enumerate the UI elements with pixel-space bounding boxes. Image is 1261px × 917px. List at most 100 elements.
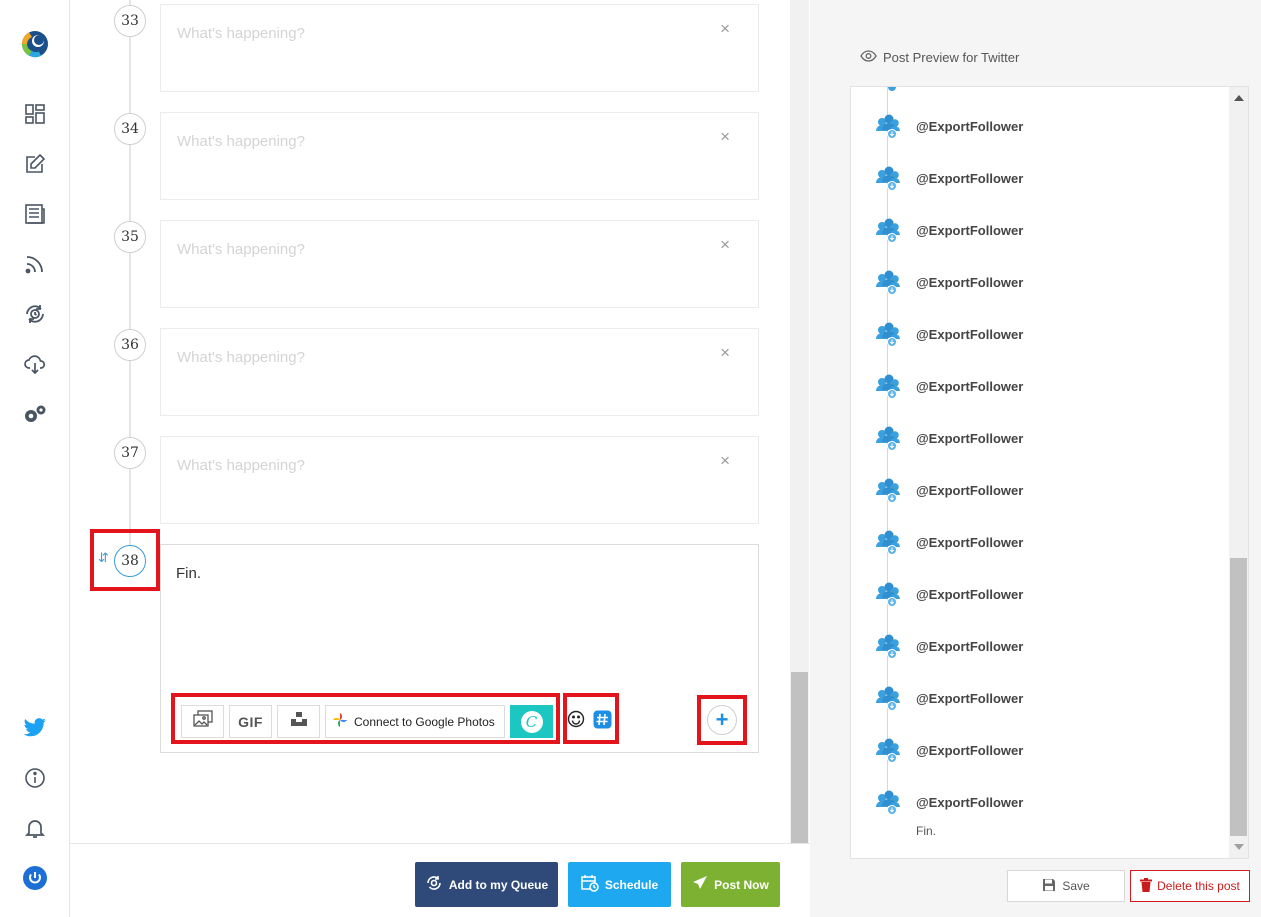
preview-handle: @ExportFollower xyxy=(916,223,1023,238)
avatar xyxy=(873,215,903,245)
avatar xyxy=(873,163,903,193)
schedule-button[interactable]: Schedule xyxy=(568,862,671,907)
highlight-box xyxy=(697,695,747,745)
bell-icon[interactable] xyxy=(22,815,48,841)
tweet-card[interactable]: What's happening? × xyxy=(160,4,759,92)
step-number: 33 xyxy=(114,5,146,37)
preview-item: @ExportFollower xyxy=(873,735,1023,765)
editor-scrollbar[interactable] xyxy=(790,0,809,843)
tweet-card[interactable]: What's happening? × xyxy=(160,220,759,308)
editor-scrollbar-thumb[interactable] xyxy=(791,672,808,843)
highlight-box xyxy=(90,529,160,591)
post-now-label: Post Now xyxy=(714,878,769,892)
recycle-clock-icon[interactable] xyxy=(22,301,48,327)
power-icon[interactable] xyxy=(22,865,48,891)
add-to-queue-label: Add to my Queue xyxy=(449,878,548,892)
preview-handle: @ExportFollower xyxy=(916,743,1023,758)
avatar xyxy=(873,787,903,817)
step-number: 37 xyxy=(114,437,146,469)
avatar xyxy=(873,735,903,765)
tweet-card[interactable]: What's happening? × xyxy=(160,328,759,416)
thread-editor: 33 What's happening? × 34 What's happeni… xyxy=(70,0,790,843)
close-icon[interactable]: × xyxy=(720,19,730,39)
preview-handle: @ExportFollower xyxy=(916,535,1023,550)
compose-icon[interactable] xyxy=(22,151,48,177)
save-label: Save xyxy=(1062,879,1089,893)
delete-post-button[interactable]: Delete this post xyxy=(1130,870,1250,902)
preview-item: @ExportFollower xyxy=(873,475,1023,505)
settings-gears-icon[interactable] xyxy=(22,401,48,427)
info-icon[interactable] xyxy=(22,765,48,791)
preview-header: Post Preview for Twitter xyxy=(860,50,1019,65)
preview-item: @ExportFollower xyxy=(873,215,1023,245)
step-number: 35 xyxy=(114,221,146,253)
post-now-button[interactable]: Post Now xyxy=(681,862,780,907)
preview-item: @ExportFollower xyxy=(873,371,1023,401)
preview-item: @ExportFollower xyxy=(873,631,1023,661)
preview-item: @ExportFollower xyxy=(873,423,1023,453)
save-button[interactable]: Save xyxy=(1007,870,1125,902)
preview-panel: Post Preview for Twitter @ExportFollower… xyxy=(810,0,1261,917)
app-logo[interactable] xyxy=(19,28,51,60)
avatar xyxy=(873,631,903,661)
schedule-label: Schedule xyxy=(605,878,658,892)
preview-scrollbar[interactable] xyxy=(1229,87,1248,858)
close-icon[interactable]: × xyxy=(720,343,730,363)
preview-handle: @ExportFollower xyxy=(916,431,1023,446)
floppy-icon xyxy=(1042,878,1056,895)
highlight-box xyxy=(171,693,560,744)
tweet-placeholder[interactable]: What's happening? xyxy=(177,457,305,474)
timeline-line xyxy=(129,0,131,560)
preview-item: @ExportFollower xyxy=(873,527,1023,557)
dashboard-icon[interactable] xyxy=(22,101,48,127)
avatar xyxy=(888,86,896,91)
preview-title: Post Preview for Twitter xyxy=(883,50,1019,65)
avatar xyxy=(873,475,903,505)
avatar xyxy=(873,267,903,297)
preview-item: @ExportFollower xyxy=(873,319,1023,349)
tweet-card[interactable]: What's happening? × xyxy=(160,436,759,524)
add-to-queue-button[interactable]: Add to my Queue xyxy=(415,862,558,907)
send-icon xyxy=(692,875,708,894)
step-number: 34 xyxy=(114,113,146,145)
preview-item: @ExportFollower xyxy=(873,111,1023,141)
article-icon[interactable] xyxy=(22,201,48,227)
preview-item: @ExportFollower xyxy=(873,787,1023,817)
eye-icon xyxy=(860,50,877,65)
tweet-text[interactable]: Fin. xyxy=(176,565,201,582)
scroll-down-icon[interactable] xyxy=(1234,844,1244,850)
tweet-placeholder[interactable]: What's happening? xyxy=(177,349,305,366)
preview-handle: @ExportFollower xyxy=(916,587,1023,602)
close-icon[interactable]: × xyxy=(720,127,730,147)
tweet-placeholder[interactable]: What's happening? xyxy=(177,241,305,258)
scroll-up-icon[interactable] xyxy=(1234,95,1244,101)
preview-handle: @ExportFollower xyxy=(916,171,1023,186)
highlight-box xyxy=(563,693,619,744)
trash-icon xyxy=(1140,878,1152,895)
preview-handle: @ExportFollower xyxy=(916,639,1023,654)
preview-handle: @ExportFollower xyxy=(916,483,1023,498)
preview-scrollbar-thumb[interactable] xyxy=(1230,558,1247,836)
preview-item: @ExportFollower xyxy=(873,579,1023,609)
close-icon[interactable]: × xyxy=(720,451,730,471)
tweet-placeholder[interactable]: What's happening? xyxy=(177,133,305,150)
app-root: 33 What's happening? × 34 What's happeni… xyxy=(0,0,1261,917)
tweet-card[interactable]: What's happening? × xyxy=(160,112,759,200)
preview-item: @ExportFollower xyxy=(873,163,1023,193)
calendar-clock-icon xyxy=(581,874,599,895)
cloud-download-icon[interactable] xyxy=(22,351,48,377)
step-number: 36 xyxy=(114,329,146,361)
avatar xyxy=(873,111,903,141)
rss-icon[interactable] xyxy=(22,251,48,277)
delete-post-label: Delete this post xyxy=(1157,879,1240,893)
avatar xyxy=(873,423,903,453)
twitter-icon[interactable] xyxy=(22,715,48,741)
preview-item: @ExportFollower xyxy=(873,267,1023,297)
preview-box: @ExportFollower @ExportFollower @ExportFol… xyxy=(850,86,1249,859)
queue-icon xyxy=(425,874,443,895)
close-icon[interactable]: × xyxy=(720,235,730,255)
tweet-placeholder[interactable]: What's happening? xyxy=(177,25,305,42)
avatar xyxy=(873,371,903,401)
preview-item: @ExportFollower xyxy=(873,683,1023,713)
preview-handle: @ExportFollower xyxy=(916,691,1023,706)
